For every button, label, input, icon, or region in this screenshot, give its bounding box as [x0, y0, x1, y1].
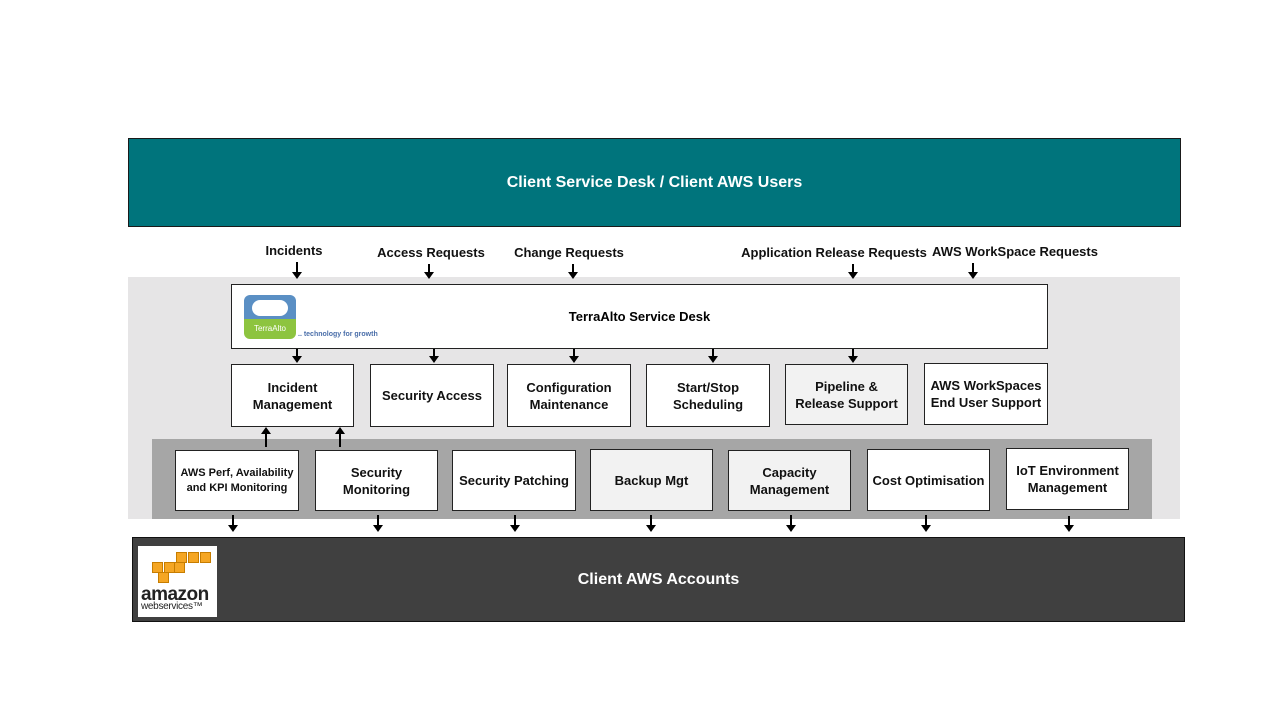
service-security-access: Security Access — [370, 364, 494, 427]
arrow-down-icon — [921, 515, 931, 532]
service-label: Start/Stop Scheduling — [672, 379, 744, 412]
service-desk-title: TerraAlto Service Desk — [568, 309, 711, 324]
cloud-icon — [252, 300, 288, 316]
service-workspaces-support: AWS WorkSpaces End User Support — [924, 363, 1048, 425]
arrow-down-icon — [292, 349, 302, 363]
arrow-down-icon — [424, 264, 434, 279]
request-label-incidents: Incidents — [265, 243, 323, 258]
service-incident-management: Incident Management — [231, 364, 354, 427]
arrow-down-icon — [848, 349, 858, 363]
service-label: AWS WorkSpaces End User Support — [930, 378, 1042, 410]
arrow-down-icon — [708, 349, 718, 363]
request-label-change: Change Requests — [514, 245, 624, 260]
op-cost-optimisation: Cost Optimisation — [867, 449, 990, 511]
arrow-down-icon — [568, 264, 578, 279]
service-pipeline-release: Pipeline & Release Support — [785, 364, 908, 425]
logo-text: TerraAlto — [244, 319, 296, 339]
operation-label: Cost Optimisation — [872, 472, 985, 488]
aws-logo-subtext: webservices™ — [141, 601, 203, 612]
op-security-monitoring: Security Monitoring — [315, 450, 438, 511]
arrow-down-icon — [373, 515, 383, 532]
terraalto-service-desk: TerraAlto Service Desk — [231, 284, 1048, 349]
arrow-down-icon — [228, 515, 238, 532]
aws-cube-icon — [158, 572, 169, 583]
logo-tagline: .. technology for growth — [298, 331, 378, 338]
op-security-patching: Security Patching — [452, 450, 576, 511]
operation-label: IoT Environment Management — [1016, 463, 1119, 495]
service-label: Configuration Maintenance — [526, 379, 612, 412]
arrow-down-icon — [510, 515, 520, 532]
op-backup-mgt: Backup Mgt — [590, 449, 713, 511]
service-label: Incident Management — [252, 379, 333, 412]
arrow-down-icon — [569, 349, 579, 363]
aws-logo: amazon webservices™ — [138, 546, 217, 617]
arrow-down-icon — [848, 264, 858, 279]
arrow-down-icon — [1064, 516, 1074, 532]
request-label-app-release: Application Release Requests — [741, 245, 927, 260]
service-start-stop-scheduling: Start/Stop Scheduling — [646, 364, 770, 427]
arrow-down-icon — [292, 262, 302, 279]
operation-label: Security Monitoring — [342, 464, 411, 497]
operation-label: AWS Perf, Availability and KPI Monitorin… — [180, 466, 294, 494]
service-configuration-maintenance: Configuration Maintenance — [507, 364, 631, 427]
service-label: Pipeline & Release Support — [795, 378, 898, 411]
operation-label: Security Patching — [459, 473, 569, 488]
arrow-down-icon — [429, 349, 439, 363]
arrow-down-icon — [968, 263, 978, 279]
op-iot-environment: IoT Environment Management — [1006, 448, 1129, 510]
operation-label: Backup Mgt — [614, 472, 689, 488]
request-label-access: Access Requests — [377, 245, 485, 260]
aws-cube-icon — [188, 552, 199, 563]
client-aws-accounts-band: Client AWS Accounts — [132, 537, 1185, 622]
aws-cube-icon — [174, 562, 185, 573]
client-aws-accounts-title: Client AWS Accounts — [577, 570, 740, 588]
client-service-desk-band: Client Service Desk / Client AWS Users — [128, 138, 1181, 227]
arrow-up-icon — [335, 427, 345, 447]
operation-label: Capacity Management — [749, 464, 830, 497]
request-label-workspace: AWS WorkSpace Requests — [932, 244, 1098, 259]
arrow-down-icon — [786, 515, 796, 532]
client-service-desk-title: Client Service Desk / Client AWS Users — [506, 173, 803, 191]
op-capacity-management: Capacity Management — [728, 450, 851, 511]
aws-cube-icon — [200, 552, 211, 563]
terraalto-logo: TerraAlto — [244, 295, 296, 339]
service-label: Security Access — [382, 388, 482, 403]
op-aws-perf-monitoring: AWS Perf, Availability and KPI Monitorin… — [175, 450, 299, 511]
arrow-up-icon — [261, 427, 271, 447]
arrow-down-icon — [646, 515, 656, 532]
